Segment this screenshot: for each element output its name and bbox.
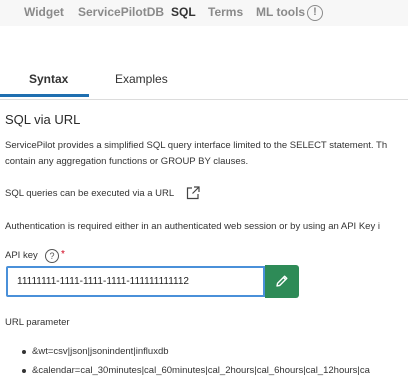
nav-widget[interactable]: Widget: [24, 5, 64, 19]
tab-syntax[interactable]: Syntax: [29, 72, 68, 86]
list-item-wt: &wt=csv|json|jsonindent|influxdb: [32, 346, 169, 357]
list-item-calendar: &calendar=cal_30minutes|cal_60minutes|ca…: [32, 365, 370, 376]
url-parameter-label: URL parameter: [5, 317, 70, 328]
external-link-icon[interactable]: [185, 185, 201, 201]
required-mark: *: [61, 249, 65, 260]
nav-ml-tools[interactable]: ML tools: [256, 5, 305, 19]
api-key-input[interactable]: [6, 266, 265, 297]
top-navigation: Widget ServicePilotDB SQL Terms ML tools…: [0, 0, 408, 26]
list-bullet: [22, 369, 26, 373]
via-url-text: SQL queries can be executed via a URL: [5, 188, 175, 199]
nav-sql[interactable]: SQL: [171, 5, 196, 19]
nav-servicepilotdb[interactable]: ServicePilotDB: [78, 5, 164, 19]
tab-examples[interactable]: Examples: [115, 72, 168, 86]
info-icon[interactable]: !: [307, 5, 323, 21]
pencil-icon: [276, 275, 288, 287]
edit-api-key-button[interactable]: [265, 265, 299, 298]
intro-text-line-2: contain any aggregation functions or GRO…: [5, 156, 249, 167]
page-title: SQL via URL: [5, 112, 81, 127]
active-tab-indicator: [0, 94, 89, 97]
auth-text: Authentication is required either in an …: [5, 221, 380, 232]
api-key-label: API key: [5, 250, 38, 261]
list-bullet: [22, 350, 26, 354]
nav-terms[interactable]: Terms: [208, 5, 243, 19]
help-icon[interactable]: ?: [45, 249, 59, 263]
